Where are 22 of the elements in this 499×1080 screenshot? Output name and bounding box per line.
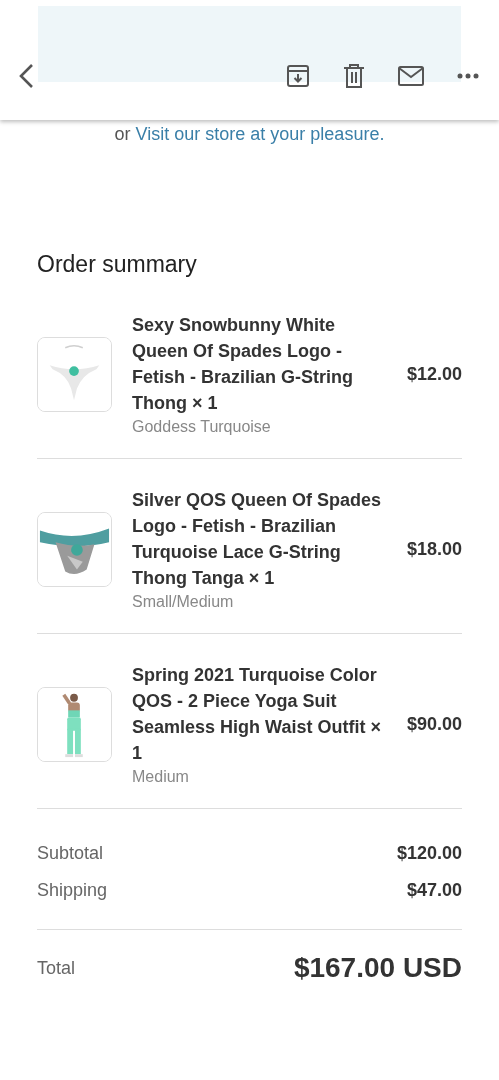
store-link[interactable]: Visit our store at your pleasure. [135,124,385,144]
cost-value: $120.00 [396,843,462,864]
mail-icon[interactable] [398,66,424,86]
total-value: $167.00 USD [293,952,462,984]
cost-value: $47.00 [406,880,462,901]
archive-icon[interactable] [286,64,310,88]
trash-icon[interactable] [343,64,365,88]
cost-label: Subtotal [37,843,104,864]
product-name: Silver QOS Queen Of Spades Logo - Fetish - Brazilian Turquoise Lace G-String Thong Tanga × 1 [132,489,383,590]
product-variant: Medium [132,768,190,786]
product-variant: Small/Medium [132,593,235,611]
product-price: $90.00 [406,713,462,735]
product-price: $18.00 [406,538,462,560]
product-price: $12.00 [406,363,462,385]
product-name: Spring 2021 Turquoise Color QOS - 2 Piece Yoga Suit Seamless High Waist Outfit × 1 [132,664,382,765]
store-text: or [114,124,131,144]
product-variant: Goddess Turquoise [132,418,272,436]
section-title: Order summary [37,251,198,278]
total-label: Total [37,957,76,979]
cost-label: Shipping [37,880,108,901]
product-name: Sexy Snowbunny White Queen Of Spades Logo - Fetish - Brazilian G-String Thong × 1 [132,314,355,415]
more-icon[interactable] [457,73,479,79]
